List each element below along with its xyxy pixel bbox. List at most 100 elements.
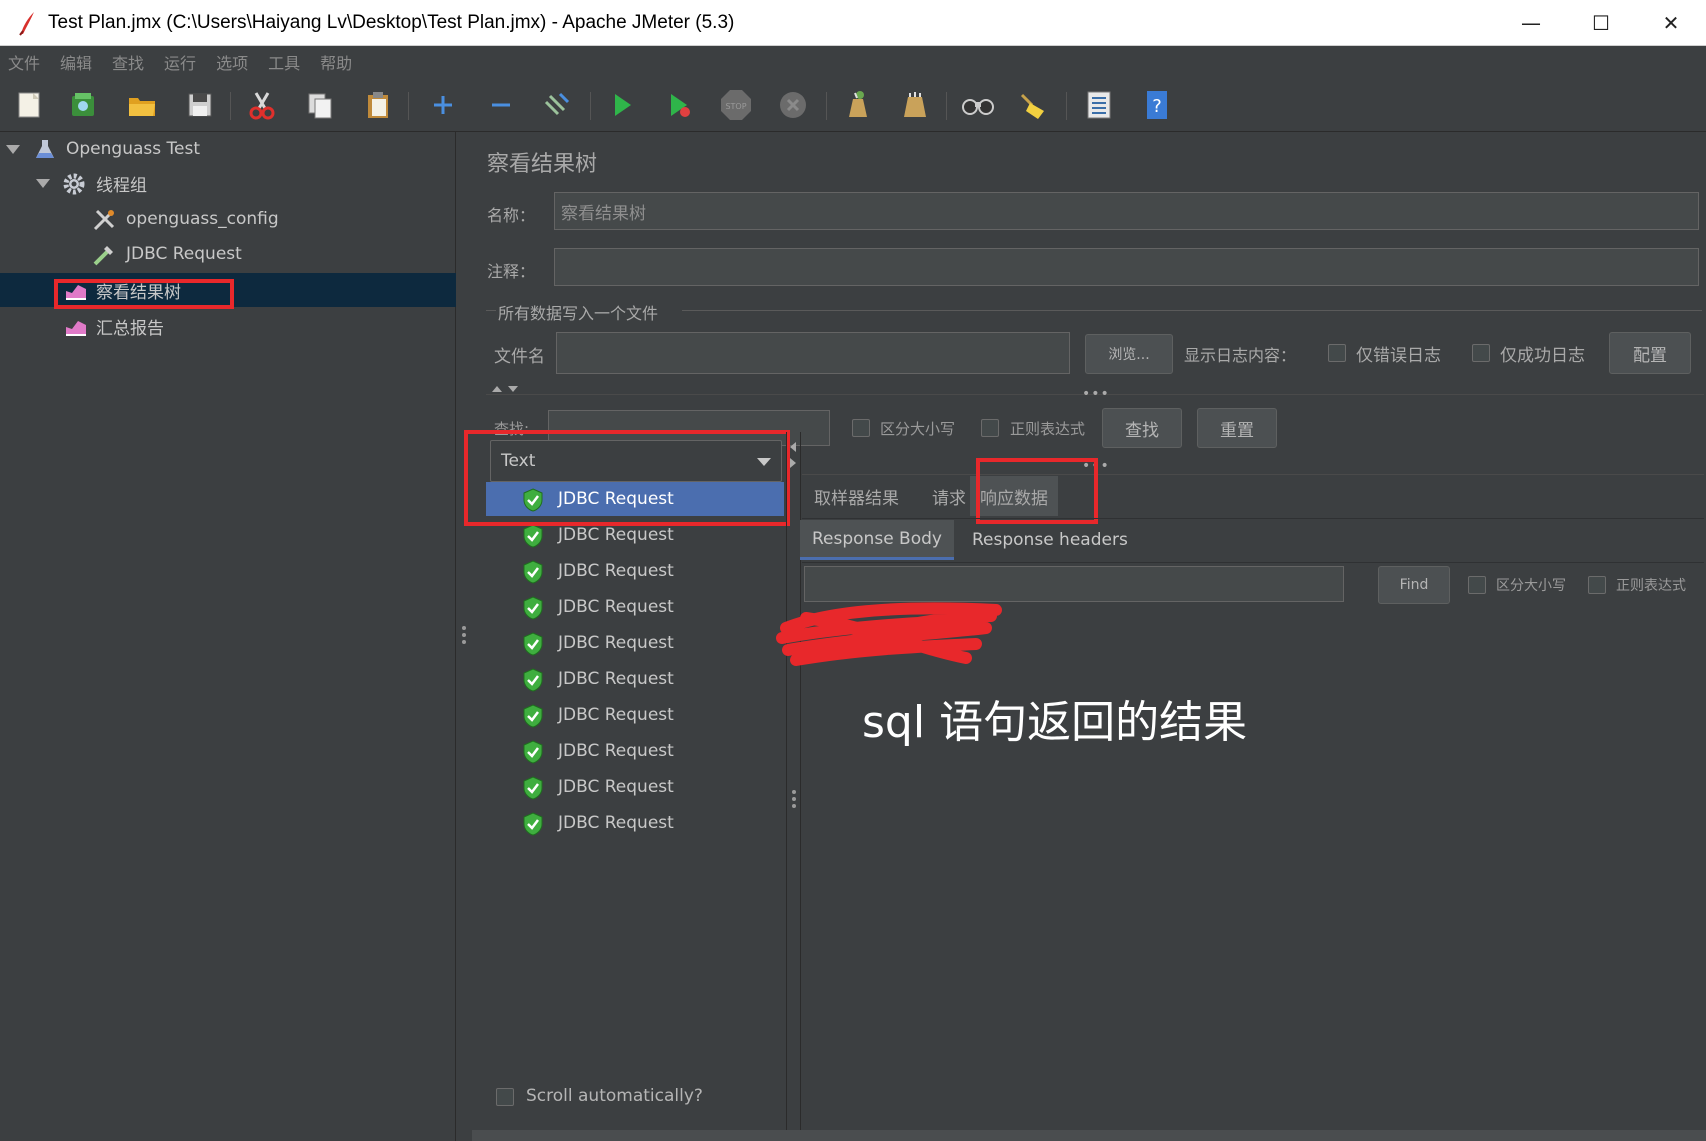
renderer-value: Text	[501, 451, 536, 471]
save-icon[interactable]	[183, 88, 217, 122]
gear-icon	[62, 172, 85, 195]
subtab-response-body[interactable]: Response Body	[800, 520, 954, 560]
expand-icon[interactable]	[426, 88, 460, 122]
templates-icon[interactable]	[66, 88, 100, 122]
expand-arrow-icon[interactable]	[36, 179, 50, 188]
browse-button[interactable]: 浏览...	[1085, 334, 1173, 374]
name-field[interactable]: 察看结果树	[554, 192, 1699, 230]
tree-item-result-tree[interactable]: 察看结果树	[0, 273, 456, 307]
reset-button[interactable]: 重置	[1197, 408, 1277, 448]
find-button[interactable]: 查找	[1102, 408, 1182, 448]
splitter-dots[interactable]: •••	[1082, 386, 1110, 402]
result-item[interactable]: JDBC Request	[486, 662, 784, 696]
paste-icon[interactable]	[361, 88, 395, 122]
stop-icon[interactable]: STOP	[719, 88, 753, 122]
collapse-arrows[interactable]	[492, 384, 532, 394]
tab-sampler-result[interactable]: 取样器结果	[814, 476, 899, 516]
splitter-dots[interactable]: •••	[1082, 458, 1110, 474]
result-item-label: JDBC Request	[558, 525, 674, 545]
response-regex-checkbox[interactable]	[1588, 576, 1606, 594]
toggle-icon[interactable]	[540, 88, 574, 122]
new-icon[interactable]	[12, 88, 46, 122]
result-item[interactable]: JDBC Request	[486, 590, 784, 624]
splitter-handle[interactable]	[792, 790, 796, 811]
result-item[interactable]: JDBC Request	[486, 554, 784, 588]
splitter-handle[interactable]	[462, 626, 466, 647]
tree-item-test-plan[interactable]: Openguass Test	[0, 132, 456, 166]
list-collapse-arrows[interactable]	[790, 442, 800, 472]
expand-arrow-icon[interactable]	[6, 145, 20, 154]
shutdown-icon[interactable]	[776, 88, 810, 122]
graph-icon	[64, 279, 86, 301]
tree-item-thread-group[interactable]: 线程组	[0, 166, 456, 200]
clear-all-icon[interactable]	[897, 88, 931, 122]
toolbar-separator	[408, 92, 409, 120]
result-item-label: JDBC Request	[558, 489, 674, 509]
success-shield-icon	[522, 488, 544, 512]
maximize-button[interactable]: ☐	[1566, 0, 1636, 46]
menu-run[interactable]: 运行	[164, 50, 196, 74]
configure-button[interactable]: 配置	[1609, 332, 1691, 374]
response-case-checkbox[interactable]	[1468, 576, 1486, 594]
start-no-pause-icon[interactable]	[662, 88, 696, 122]
menu-help[interactable]: 帮助	[320, 50, 352, 74]
up-arrow-icon	[492, 386, 502, 392]
cut-icon[interactable]	[245, 88, 279, 122]
result-item[interactable]: JDBC Request	[486, 626, 784, 660]
result-item[interactable]: JDBC Request	[486, 518, 784, 552]
clear-icon[interactable]	[840, 88, 874, 122]
response-find-input[interactable]	[804, 566, 1344, 602]
reset-search-icon[interactable]	[1017, 88, 1051, 122]
subtab-response-headers[interactable]: Response headers	[972, 520, 1128, 560]
menu-options[interactable]: 选项	[216, 50, 248, 74]
jmeter-feather-icon	[14, 10, 40, 36]
result-item[interactable]: JDBC Request	[486, 482, 784, 516]
success-shield-icon	[522, 740, 544, 764]
tree-label-thread-group: 线程组	[96, 175, 147, 196]
menu-edit[interactable]: 编辑	[60, 50, 92, 74]
tree-item-summary-report[interactable]: 汇总报告	[0, 309, 456, 343]
tree-label-jdbc-request: JDBC Request	[126, 244, 242, 264]
function-helper-icon[interactable]	[1082, 88, 1116, 122]
minimize-button[interactable]: —	[1496, 0, 1566, 46]
toolbar-separator	[826, 92, 827, 120]
response-find-button[interactable]: Find	[1378, 566, 1450, 604]
open-icon[interactable]	[125, 88, 159, 122]
result-item-label: JDBC Request	[558, 813, 674, 833]
annotation-text: sql 语句返回的结果	[862, 697, 1248, 748]
renderer-select[interactable]: Text	[490, 440, 782, 482]
result-item[interactable]: JDBC Request	[486, 734, 784, 768]
filename-field[interactable]	[556, 332, 1070, 374]
result-item[interactable]: JDBC Request	[486, 698, 784, 732]
result-item-label: JDBC Request	[558, 669, 674, 689]
regex-checkbox[interactable]	[981, 419, 999, 437]
toolbar: STOP ?	[0, 80, 1706, 132]
right-arrow-icon	[790, 458, 796, 468]
close-button[interactable]: ✕	[1636, 0, 1706, 46]
tree-item-config[interactable]: openguass_config	[0, 202, 456, 236]
tree-item-jdbc-request[interactable]: JDBC Request	[0, 237, 456, 271]
menu-search[interactable]: 查找	[112, 50, 144, 74]
tab-border	[802, 518, 1704, 519]
menu-file[interactable]: 文件	[8, 50, 40, 74]
case-sensitive-checkbox[interactable]	[852, 419, 870, 437]
bottom-scrollbar[interactable]	[472, 1130, 1706, 1141]
result-item[interactable]: JDBC Request	[486, 770, 784, 804]
tab-response-data[interactable]: 响应数据	[970, 476, 1058, 516]
copy-icon[interactable]	[303, 88, 337, 122]
tab-request[interactable]: 请求	[932, 476, 966, 516]
errors-only-checkbox[interactable]	[1328, 344, 1346, 362]
result-item-label: JDBC Request	[558, 561, 674, 581]
collapse-icon[interactable]	[484, 88, 518, 122]
response-case-label: 区分大小写	[1496, 578, 1566, 594]
search-icon[interactable]	[961, 88, 995, 122]
errors-only-label: 仅错误日志	[1356, 346, 1441, 366]
start-icon[interactable]	[605, 88, 639, 122]
menu-tools[interactable]: 工具	[268, 50, 300, 74]
success-only-checkbox[interactable]	[1472, 344, 1490, 362]
help-icon[interactable]: ?	[1140, 88, 1174, 122]
success-shield-icon	[522, 812, 544, 836]
comment-field[interactable]	[554, 248, 1699, 286]
result-item[interactable]: JDBC Request	[486, 806, 784, 840]
scroll-auto-checkbox[interactable]	[496, 1088, 514, 1106]
